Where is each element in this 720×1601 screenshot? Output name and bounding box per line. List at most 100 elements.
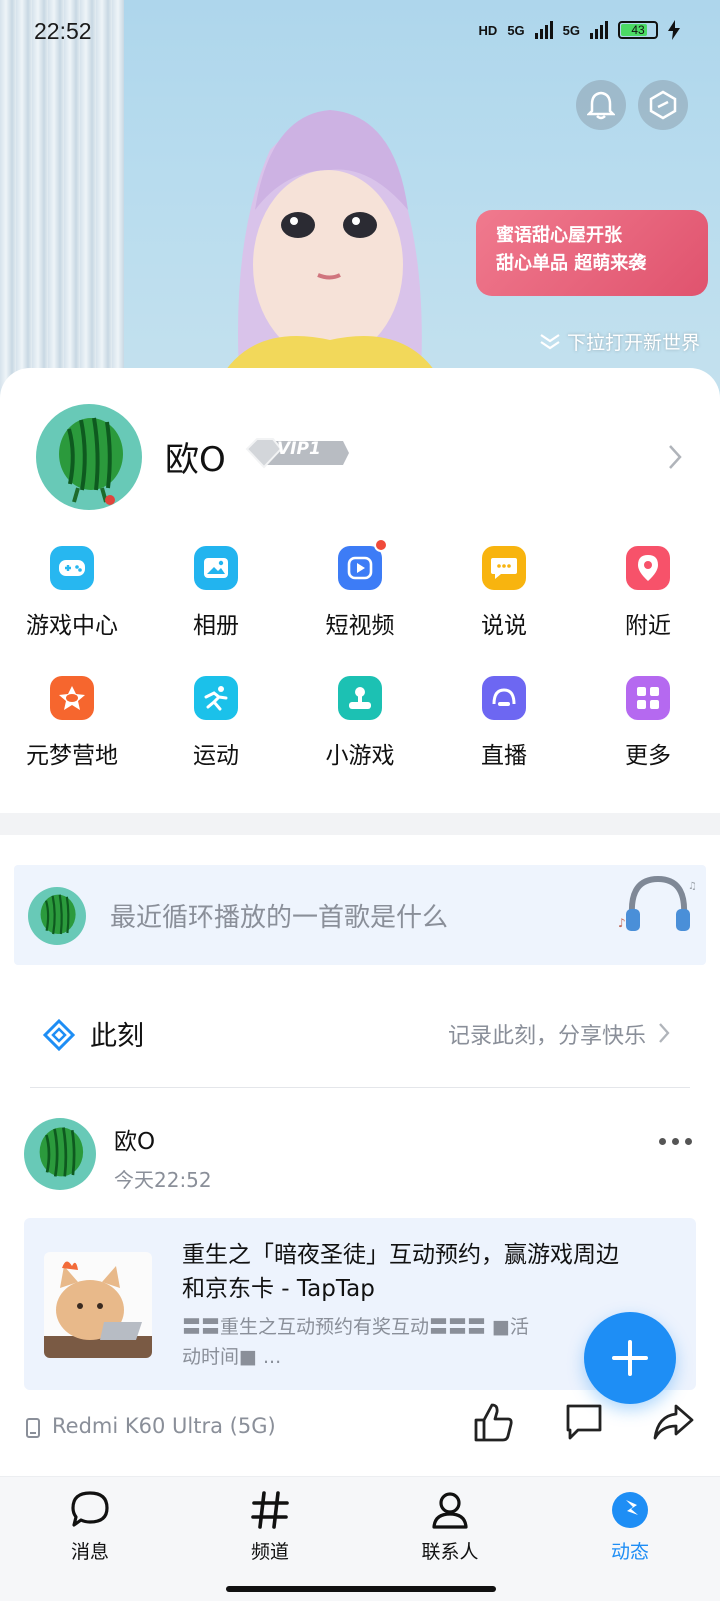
curtain-decoration — [0, 0, 124, 400]
status-icons: HD 5G 5G 43 — [479, 20, 680, 40]
chevron-right-icon — [669, 445, 682, 469]
feature-sport[interactable]: 运动 — [144, 670, 288, 800]
post-header: 欧O 今天22:52 — [0, 1118, 720, 1198]
vip-badge[interactable]: VIP1 — [243, 437, 351, 469]
promo-card[interactable]: 蜜语甜心屋开张 甜心单品 超萌来袭 — [476, 210, 708, 296]
feature-grid: 游戏中心 相册 短视频 说说 附近 元梦营地 运动 小游戏 直播 更多 — [0, 538, 720, 800]
feature-album[interactable]: 相册 — [144, 540, 288, 670]
feature-nearby[interactable]: 附近 — [576, 540, 720, 670]
watermelon-avatar-icon — [39, 1127, 84, 1177]
feature-short-video[interactable]: 短视频 — [288, 538, 432, 670]
more-grid-icon — [626, 676, 670, 720]
tab-channels[interactable]: 频道 — [210, 1489, 330, 1564]
create-post-button[interactable] — [584, 1312, 676, 1404]
message-bubble-icon — [71, 1491, 109, 1527]
settings-button[interactable] — [638, 80, 688, 130]
battery-icon: 43 — [618, 21, 658, 39]
moment-sparkle-icon — [42, 1018, 76, 1052]
feature-row-1: 游戏中心 相册 短视频 说说 附近 — [0, 538, 720, 670]
watermelon-avatar-icon — [59, 417, 123, 505]
tab-label: 动态 — [610, 1541, 649, 1563]
status-time: 22:52 — [34, 18, 92, 44]
link-title: 重生之「暗夜圣徒」互动预约，赢游戏周边和京东卡 - TapTap — [182, 1242, 619, 1302]
network-label-1: 5G — [507, 22, 525, 38]
watermelon-avatar-icon — [40, 894, 76, 935]
tab-label: 联系人 — [421, 1541, 479, 1563]
section-divider — [0, 813, 720, 835]
home-indicator[interactable] — [226, 1586, 496, 1592]
feature-camp[interactable]: 元梦营地 — [0, 670, 144, 800]
moment-hint: 记录此刻，分享快乐 — [447, 1024, 646, 1049]
promo-line-2: 甜心单品 超萌来袭 — [496, 253, 647, 274]
signal-icon-2 — [590, 21, 608, 39]
more-options-icon[interactable] — [659, 1138, 692, 1145]
tab-messages[interactable]: 消息 — [30, 1489, 150, 1564]
hexagon-settings-icon — [649, 90, 677, 120]
feature-mini-game[interactable]: 小游戏 — [288, 670, 432, 800]
feature-label: 说说 — [481, 613, 527, 639]
post-author-name[interactable]: 欧O — [114, 1122, 155, 1156]
feature-game-center[interactable]: 游戏中心 — [0, 540, 144, 670]
feature-label: 直播 — [481, 743, 527, 769]
avatar — [28, 887, 86, 945]
svg-text:♫: ♫ — [688, 881, 696, 892]
feature-label: 运动 — [193, 743, 239, 769]
running-icon — [194, 676, 238, 720]
feature-live[interactable]: 直播 — [432, 670, 576, 800]
feature-row-2: 元梦营地 运动 小游戏 直播 更多 — [0, 670, 720, 800]
profile-row[interactable]: 欧O VIP1 — [0, 404, 720, 514]
signal-icon — [534, 21, 553, 39]
tab-label: 消息 — [70, 1541, 109, 1563]
header-banner[interactable]: 22:52 HD 5G 5G 43 蜜语甜心屋开张 甜心单品 超萌来袭 下拉打开… — [0, 0, 720, 400]
headphones-icon: ♪ ♫ — [618, 875, 696, 931]
feature-shuoshuo[interactable]: 说说 — [432, 540, 576, 670]
hd-label: HD — [478, 22, 498, 38]
feature-label: 附近 — [625, 613, 671, 639]
tab-contacts[interactable]: 联系人 — [390, 1489, 510, 1564]
like-thumb-icon[interactable] — [472, 1402, 514, 1442]
feature-label: 游戏中心 — [26, 613, 118, 639]
short-video-icon — [338, 538, 388, 590]
prompt-text: 最近循环播放的一首歌是什么 — [110, 903, 449, 933]
network-label-2: 5G — [562, 22, 580, 38]
bell-icon — [587, 91, 615, 120]
notification-badge — [374, 538, 388, 552]
charging-icon — [668, 20, 680, 40]
moment-title: 此刻 — [90, 1021, 144, 1052]
cat-laptop-illustration — [44, 1261, 152, 1358]
tab-dynamic[interactable]: 动态 — [570, 1489, 690, 1564]
avatar[interactable] — [24, 1118, 96, 1190]
gamepad-icon — [50, 546, 94, 590]
avatar[interactable] — [36, 404, 142, 510]
phone-device-icon — [26, 1418, 40, 1438]
feature-more[interactable]: 更多 — [576, 670, 720, 800]
chevron-right-icon — [659, 1023, 670, 1043]
battery-level: 43 — [631, 23, 645, 37]
profile-nickname: 欧O — [165, 440, 226, 480]
comment-icon[interactable] — [564, 1402, 604, 1442]
photo-album-icon — [194, 546, 238, 590]
pull-down-hint[interactable]: 下拉打开新世界 — [539, 328, 700, 355]
double-chevron-down-icon — [540, 333, 560, 349]
bottom-tab-bar: 消息 频道 联系人 动态 — [0, 1476, 720, 1601]
main-sheet: 欧O VIP1 游戏中心 相册 短视频 说说 附近 元梦营地 运动 小游戏 直播… — [0, 368, 720, 1601]
feature-label: 小游戏 — [325, 743, 395, 769]
hashtag-icon — [251, 1491, 289, 1529]
pull-hint-text: 下拉打开新世界 — [566, 332, 700, 354]
post-prompt-bar[interactable]: 最近循环播放的一首歌是什么 ♪ ♫ — [14, 865, 706, 965]
feature-label: 元梦营地 — [26, 743, 118, 769]
contacts-person-icon — [432, 1492, 468, 1529]
notification-button[interactable] — [576, 80, 626, 130]
feature-label: 短视频 — [325, 613, 395, 639]
promo-line-1: 蜜语甜心屋开张 — [496, 225, 622, 246]
share-icon[interactable] — [652, 1402, 694, 1442]
link-description: 〓〓重生之互动预约有奖互动〓〓〓 ■活动时间■ ... — [182, 1316, 529, 1368]
chat-bubble-icon — [482, 546, 526, 590]
live-icon — [482, 676, 526, 720]
location-pin-icon — [626, 546, 670, 590]
moment-row[interactable]: 此刻 记录此刻，分享快乐 — [30, 1008, 690, 1088]
vip-label: VIP1 — [277, 439, 321, 459]
link-thumbnail — [44, 1252, 152, 1358]
device-label: Redmi K60 Ultra (5G) — [52, 1414, 276, 1438]
post-timestamp: 今天22:52 — [114, 1168, 212, 1192]
